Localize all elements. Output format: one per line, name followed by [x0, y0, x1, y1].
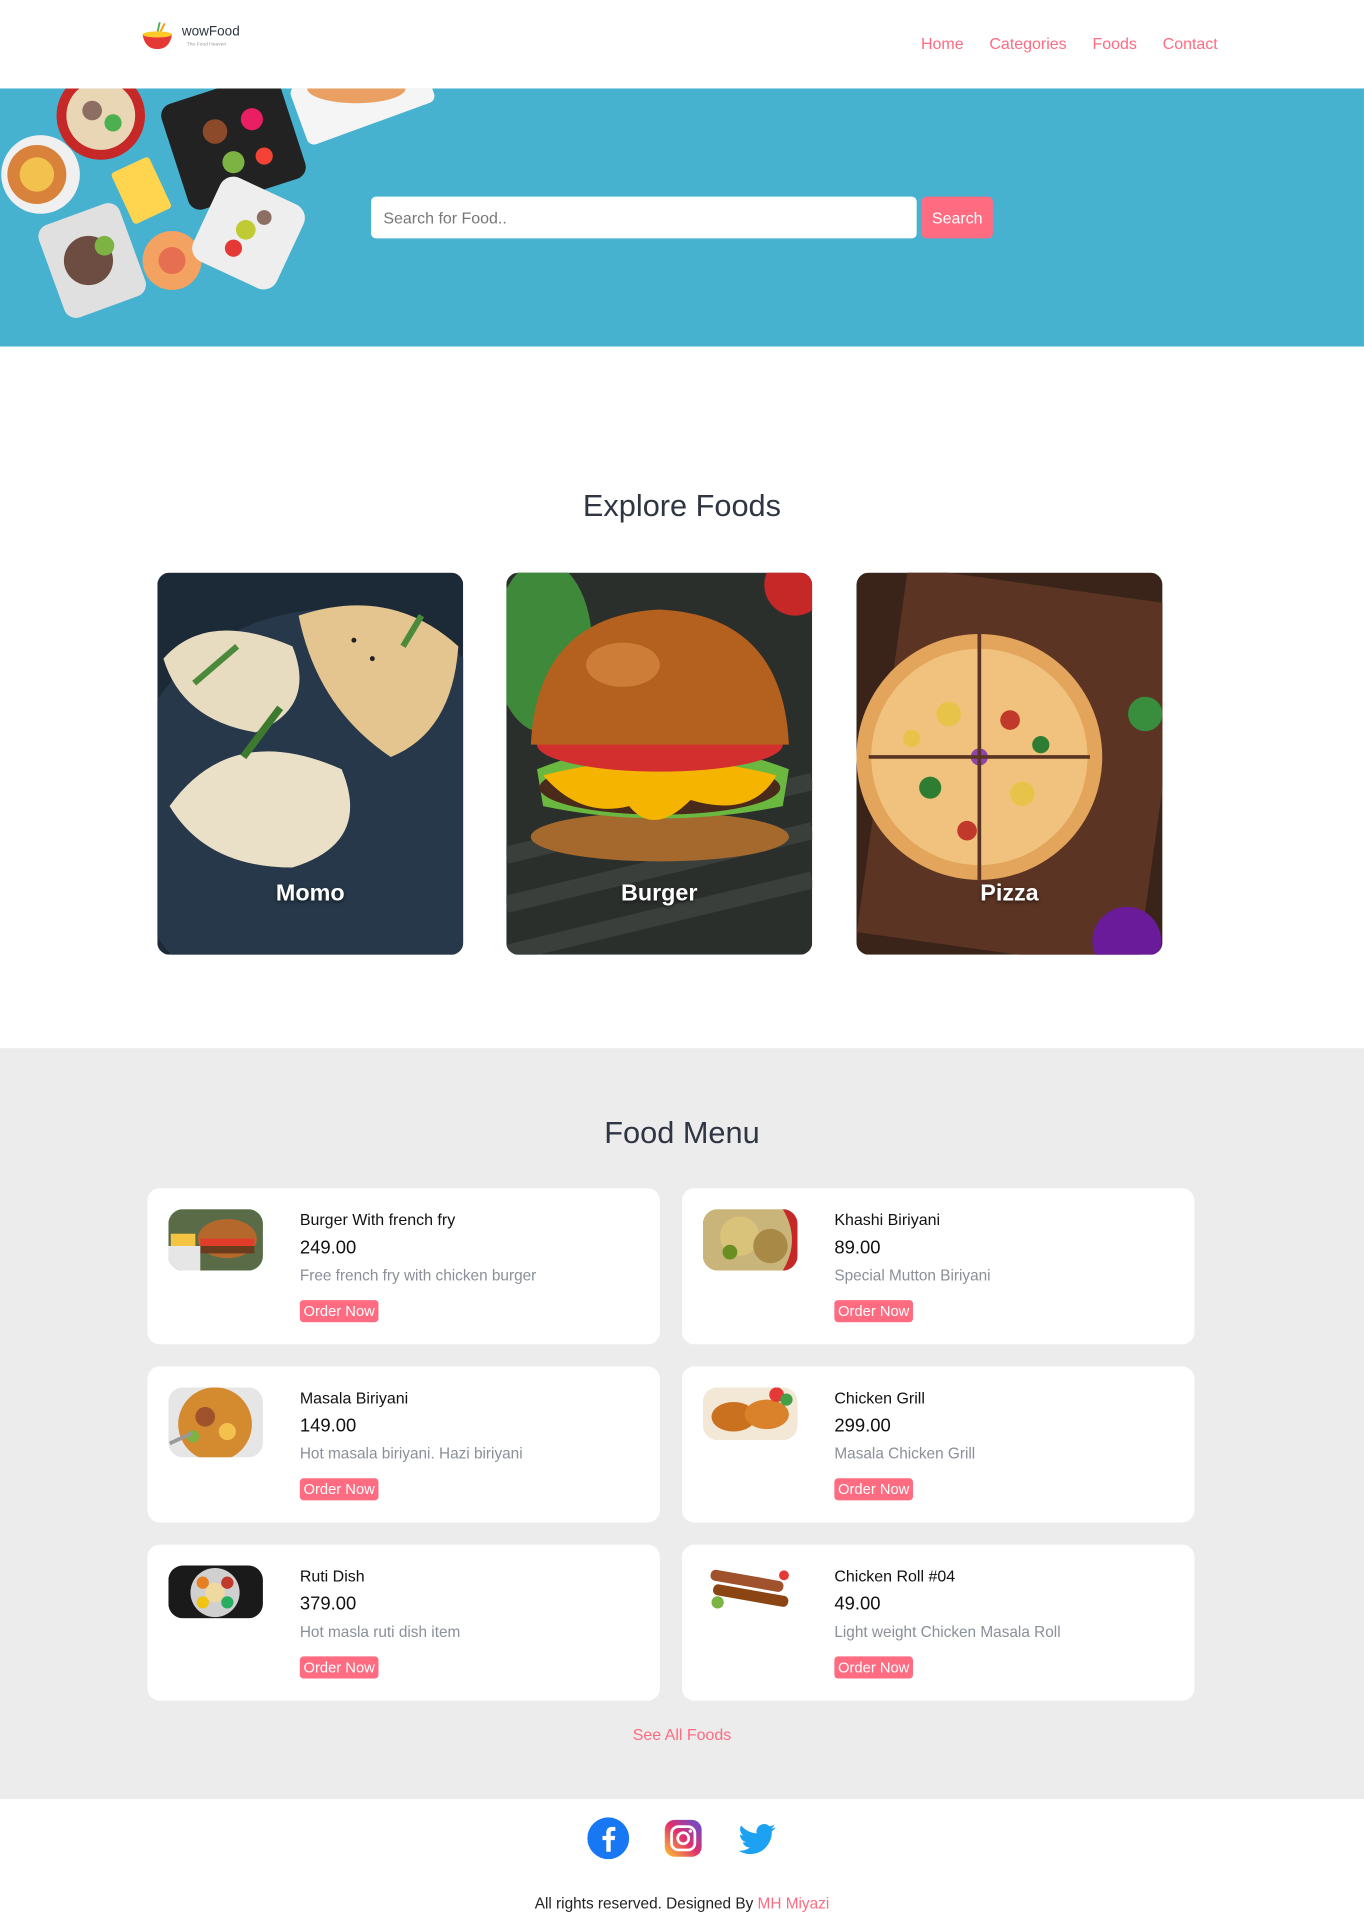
copyright-label: All rights reserved. Designed By: [534, 1894, 754, 1913]
nav-foods[interactable]: Foods: [1092, 34, 1136, 52]
nav-home[interactable]: Home: [921, 34, 964, 52]
item-price: 89.00: [834, 1237, 881, 1259]
menu-item-card: Chicken Roll #04 49.00 Light weight Chic…: [681, 1544, 1195, 1701]
bowl-icon: [142, 22, 173, 50]
khashi-biriyani-thumbnail: [702, 1209, 798, 1271]
menu-item-card: Ruti Dish 379.00 Hot masla ruti dish ite…: [147, 1544, 660, 1701]
order-now-button[interactable]: Order Now: [834, 1300, 914, 1323]
order-now-button[interactable]: Order Now: [834, 1656, 914, 1679]
category-label: Momo: [275, 881, 345, 907]
order-now-button[interactable]: Order Now: [299, 1300, 379, 1323]
nav-contact[interactable]: Contact: [1163, 34, 1218, 52]
masala-biriyani-thumbnail: [168, 1387, 263, 1458]
item-price: 249.00: [299, 1237, 357, 1259]
chicken-roll-thumbnail: [702, 1565, 798, 1619]
menu-item-card: Chicken Grill 299.00 Masala Chicken Gril…: [681, 1366, 1195, 1523]
item-name: Masala Biriyani: [299, 1388, 409, 1407]
item-description: Free french fry with chicken burger: [299, 1266, 537, 1285]
ruti-dish-thumbnail: [168, 1565, 263, 1619]
item-name: Chicken Roll #04: [834, 1566, 956, 1586]
item-name: Chicken Grill: [834, 1388, 925, 1407]
explore-title: Explore Foods: [582, 489, 782, 524]
burger-fries-thumbnail: [168, 1209, 263, 1271]
order-now-button[interactable]: Order Now: [299, 1656, 379, 1679]
twitter-icon[interactable]: [735, 1816, 779, 1860]
category-card-momo[interactable]: Momo: [157, 572, 464, 955]
item-price: 49.00: [834, 1593, 881, 1615]
category-card-burger[interactable]: Burger: [506, 572, 813, 955]
food-menu-title: Food Menu: [604, 1115, 760, 1151]
order-now-button[interactable]: Order Now: [834, 1478, 914, 1501]
see-all-foods-link[interactable]: See All Foods: [0, 1725, 1364, 1743]
item-description: Masala Chicken Grill: [834, 1445, 976, 1463]
item-price: 299.00: [834, 1415, 891, 1437]
search-button[interactable]: Search: [921, 196, 993, 239]
main-menu: Home Categories Foods Contact: [921, 34, 1218, 52]
brand-name: wowFood: [181, 24, 240, 40]
category-label: Burger: [620, 881, 698, 907]
item-price: 379.00: [299, 1593, 357, 1615]
designer-link[interactable]: MH Miyazi: [758, 1895, 830, 1912]
item-name: Ruti Dish: [299, 1566, 365, 1586]
category-label: Pizza: [980, 881, 1039, 907]
menu-item-card: Burger With french fry 249.00 Free frenc…: [147, 1188, 660, 1345]
instagram-icon[interactable]: [661, 1816, 705, 1860]
item-name: Khashi Biriyani: [834, 1210, 941, 1229]
chicken-grill-thumbnail: [702, 1387, 798, 1441]
facebook-icon[interactable]: [586, 1816, 630, 1860]
order-now-button[interactable]: Order Now: [299, 1478, 379, 1501]
item-name: Burger With french fry: [299, 1210, 456, 1229]
search-input[interactable]: [371, 196, 917, 239]
item-price: 149.00: [299, 1415, 357, 1437]
menu-item-card: Khashi Biriyani 89.00 Special Mutton Bir…: [681, 1188, 1195, 1345]
navbar: wowFood The Food Heaven Home Categories …: [0, 0, 1364, 89]
copyright-text: All rights reserved. Designed By MH Miya…: [0, 1895, 1364, 1912]
item-description: Light weight Chicken Masala Roll: [834, 1623, 1061, 1641]
brand-tagline: The Food Heaven: [186, 40, 227, 47]
item-description: Special Mutton Biriyani: [834, 1266, 991, 1285]
item-description: Hot masala biriyani. Hazi biriyani: [299, 1445, 523, 1463]
menu-item-card: Masala Biriyani 149.00 Hot masala biriya…: [147, 1366, 660, 1523]
brand-logo[interactable]: wowFood The Food Heaven: [140, 15, 251, 54]
nav-categories[interactable]: Categories: [989, 34, 1066, 52]
food-menu-section: Food Menu Burger With french fry 249.00 …: [0, 1048, 1364, 1799]
category-card-pizza[interactable]: Pizza: [856, 572, 1163, 955]
hero-search-section: Search: [0, 88, 1364, 347]
item-description: Hot masla ruti dish item: [299, 1623, 461, 1641]
